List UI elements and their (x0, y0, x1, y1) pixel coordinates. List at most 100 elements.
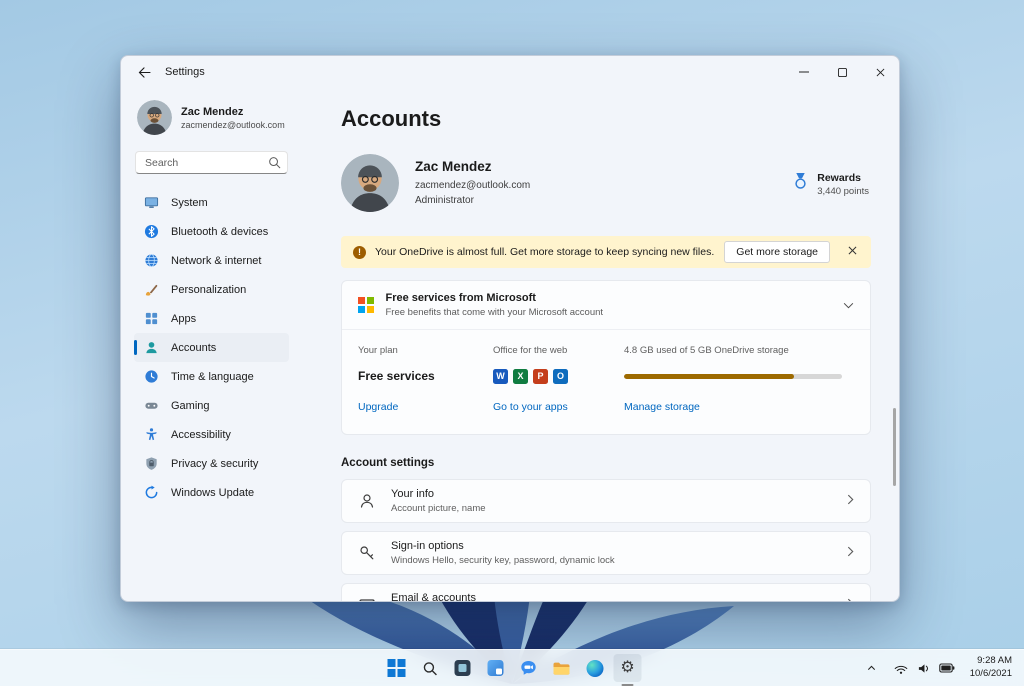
main-content: Accounts Zac Mendez zacmendez@outlook.co… (299, 88, 899, 601)
free-services-card: Free services from Microsoft Free benefi… (341, 280, 871, 435)
storage-progress-bar (624, 373, 842, 379)
sidebar-item-label: Accessibility (171, 428, 231, 441)
go-to-your-apps-link[interactable]: Go to your apps (493, 401, 568, 413)
microsoft-logo-icon (358, 297, 374, 313)
row-subtitle: Windows Hello, security key, password, d… (391, 555, 615, 566)
user-email: zacmendez@outlook.com (181, 119, 285, 130)
get-more-storage-button[interactable]: Get more storage (724, 241, 830, 263)
profile-name: Zac Mendez (415, 158, 492, 174)
outlook-icon: O (553, 368, 568, 384)
bluetooth-icon (144, 224, 159, 239)
privacy-icon (146, 457, 157, 470)
sidebar-item-label: Network & internet (171, 254, 262, 267)
office-column-header: Office for the web (493, 345, 568, 356)
clock-time: 9:28 AM (977, 655, 1012, 667)
your-info-row[interactable]: Your info Account picture, name (341, 479, 871, 523)
maximize-button[interactable] (823, 56, 861, 88)
tray-overflow-button[interactable] (862, 654, 882, 682)
widgets-icon (487, 660, 504, 676)
scrollbar-thumb[interactable] (893, 408, 896, 486)
sidebar-item-label: Apps (171, 312, 197, 325)
sidebar-item-network-internet[interactable]: Network & internet (134, 246, 289, 275)
sidebar-user-profile[interactable]: Zac Mendez zacmendez@outlook.com (134, 92, 289, 149)
sidebar-nav: System Bluetooth & devices Network & int… (134, 188, 289, 507)
powerpoint-icon: P (533, 368, 548, 384)
settings-window: Settings Zac Mendez zacmendez@outlook.co… (120, 55, 900, 602)
sign-in-options-row[interactable]: Sign-in options Windows Hello, security … (341, 531, 871, 575)
gear-icon: ⚙ (620, 659, 635, 676)
battery-icon (938, 663, 955, 673)
search-button[interactable] (416, 654, 444, 682)
sidebar-item-privacy-security[interactable]: Privacy & security (134, 449, 289, 478)
manage-storage-link[interactable]: Manage storage (624, 401, 700, 413)
storage-column: 4.8 GB used of 5 GB OneDrive storage Man… (624, 345, 854, 415)
rewards-icon (795, 172, 806, 189)
time-language-icon (145, 370, 158, 383)
back-button[interactable] (131, 60, 157, 84)
sidebar-item-gaming[interactable]: Gaming (134, 391, 289, 420)
search-icon (423, 661, 437, 675)
sidebar-item-label: Personalization (171, 283, 247, 296)
plan-name: Free services (358, 369, 435, 383)
personalization-icon (145, 284, 158, 296)
sidebar-item-apps[interactable]: Apps (134, 304, 289, 333)
search-box[interactable] (135, 151, 288, 174)
window-title: Settings (165, 66, 205, 78)
windows-update-icon (145, 485, 158, 499)
email-accounts-row[interactable]: Email & accounts Accounts used by email,… (341, 583, 871, 602)
office-apps-row: W X P O (493, 365, 624, 387)
plan-details: Your plan Free services Upgrade Office f… (342, 330, 870, 434)
banner-close-button[interactable] (841, 243, 864, 261)
apps-icon (145, 312, 158, 325)
file-explorer-button[interactable] (548, 654, 576, 682)
onedrive-warning-banner: ! Your OneDrive is almost full. Get more… (341, 236, 871, 268)
clock-widget[interactable]: 9:28 AM 10/6/2021 (966, 653, 1016, 683)
widgets-button[interactable] (482, 654, 510, 682)
sidebar-item-label: Windows Update (171, 486, 255, 499)
accounts-icon (146, 342, 157, 354)
sidebar-item-bluetooth-devices[interactable]: Bluetooth & devices (134, 217, 289, 246)
storage-progress-fill (624, 373, 795, 379)
sidebar-item-label: Accounts (171, 341, 217, 354)
warning-icon: ! (353, 245, 366, 259)
tray-status-icons[interactable] (891, 658, 957, 679)
sidebar-item-accessibility[interactable]: Accessibility (134, 420, 289, 449)
chevron-right-icon (847, 596, 854, 601)
upgrade-link[interactable]: Upgrade (358, 401, 398, 413)
windows-logo-icon (387, 659, 406, 677)
sidebar-item-windows-update[interactable]: Windows Update (134, 478, 289, 507)
plan-column-header: Your plan (358, 345, 398, 356)
desktop: Settings Zac Mendez zacmendez@outlook.co… (0, 0, 1024, 686)
row-title: Sign-in options (391, 540, 464, 552)
profile-role: Administrator (415, 194, 474, 206)
task-view-button[interactable] (449, 654, 477, 682)
edge-button[interactable] (581, 654, 609, 682)
volume-icon (918, 663, 928, 673)
sidebar-item-time-language[interactable]: Time & language (134, 362, 289, 391)
search-input[interactable] (135, 151, 288, 174)
free-services-header[interactable]: Free services from Microsoft Free benefi… (342, 281, 870, 330)
minimize-icon (799, 71, 809, 73)
office-column: Office for the web W X P O Go to your ap… (493, 345, 624, 415)
excel-icon: X (513, 368, 528, 384)
chat-button[interactable] (515, 654, 543, 682)
row-title: Email & accounts (391, 592, 476, 602)
search-icon (268, 156, 281, 174)
chevron-right-icon (847, 544, 854, 562)
chevron-down-icon (843, 296, 854, 314)
sidebar-item-accounts[interactable]: Accounts (134, 333, 289, 362)
close-icon (848, 246, 857, 255)
settings-button[interactable]: ⚙ (613, 654, 642, 682)
chevron-up-icon (868, 665, 876, 670)
rewards-widget[interactable]: Rewards 3,440 points (792, 170, 871, 197)
network-icon (145, 254, 158, 267)
rewards-points: 3,440 points (817, 185, 869, 197)
start-button[interactable] (383, 654, 411, 682)
window-controls (785, 56, 899, 88)
minimize-button[interactable] (785, 56, 823, 88)
close-button[interactable] (861, 56, 899, 88)
sidebar-item-system[interactable]: System (134, 188, 289, 217)
sidebar-item-personalization[interactable]: Personalization (134, 275, 289, 304)
rewards-label: Rewards (817, 171, 862, 184)
task-view-icon (454, 660, 471, 676)
